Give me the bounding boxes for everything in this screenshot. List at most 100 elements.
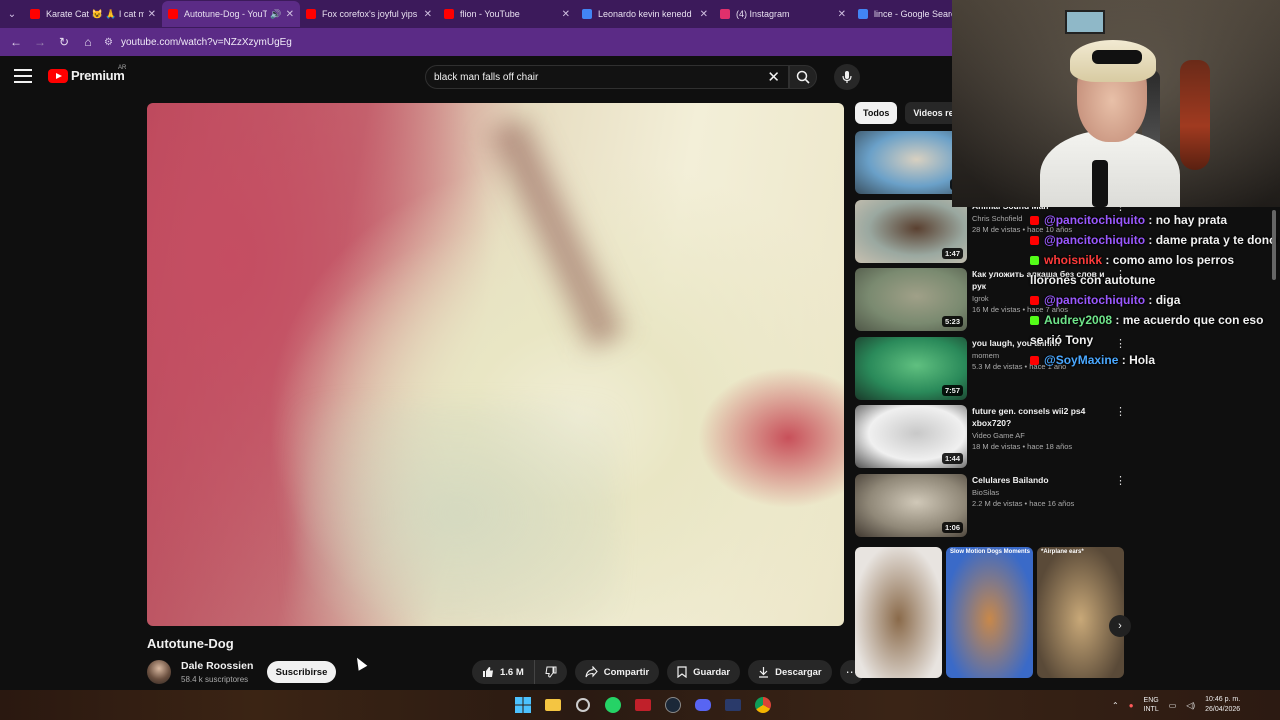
short-video[interactable]: *Airplane ears*: [1037, 547, 1124, 678]
video-thumbnail[interactable]: 5:23: [855, 268, 967, 331]
keyboard-language[interactable]: ENG INTL: [1144, 696, 1159, 714]
bookmark-icon: [677, 666, 687, 678]
youtube-icon: [1030, 296, 1039, 305]
shorts-shelf: Slow Motion Dogs Moments *Airplane ears*: [855, 547, 1124, 678]
browser-tab[interactable]: Leonardo kevin kenedd ✕: [576, 1, 714, 27]
language-code: ENG: [1143, 697, 1159, 704]
short-video[interactable]: [855, 547, 942, 678]
shorts-next-icon[interactable]: ›: [1109, 615, 1131, 637]
tab-audio-icon[interactable]: 🔊: [270, 9, 281, 20]
share-button[interactable]: Compartir: [574, 660, 660, 684]
like-dislike-group: 1.6 M: [472, 660, 567, 684]
chat-text: diga: [1155, 293, 1181, 307]
volume-icon[interactable]: ◁): [1186, 701, 1195, 710]
browser-tab[interactable]: (4) Instagram ✕: [714, 1, 852, 27]
mouse-cursor-icon: [352, 655, 368, 671]
dislike-button[interactable]: [535, 660, 567, 684]
browser-tab[interactable]: Autotune-Dog - YouT 🔊 ✕: [162, 1, 300, 27]
chat-separator: :: [1145, 293, 1156, 307]
download-button[interactable]: Descargar: [748, 660, 832, 684]
address-bar[interactable]: ⚙ youtube.com/watch?v=NZzXzymUgEg: [104, 31, 924, 53]
save-button[interactable]: Guardar: [667, 660, 741, 684]
youtube-logo[interactable]: Premium AR: [48, 65, 126, 83]
video-meta: Celulares Bailando BioSilas 2.2 M de vista…: [972, 474, 1112, 508]
chrome-icon[interactable]: [752, 694, 774, 716]
video-frame-highlight: [297, 403, 617, 623]
channel-name[interactable]: Dale Roossien: [181, 660, 253, 672]
whatsapp-icon[interactable]: [602, 694, 624, 716]
kick-icon: [1030, 256, 1039, 265]
more-options-icon[interactable]: ⋮: [1115, 405, 1126, 418]
menu-icon[interactable]: [14, 69, 32, 83]
video-thumbnail[interactable]: 1:44: [855, 405, 967, 468]
recommended-video[interactable]: 1:44 future gen. consels wii2 ps4 xbox720…: [855, 405, 1126, 469]
video-thumbnail[interactable]: 7:57: [855, 337, 967, 400]
chip-all[interactable]: Todos: [855, 102, 898, 124]
more-options-icon[interactable]: ⋮: [1115, 474, 1126, 487]
mic-tray-icon[interactable]: ●: [1129, 701, 1134, 710]
clock-date: 26/04/2026: [1205, 706, 1241, 713]
back-icon[interactable]: ←: [4, 35, 28, 49]
browser-tab[interactable]: Karate Cat 😺 🙏 I cat me ✕: [24, 1, 162, 27]
video-duration: 1:47: [941, 248, 963, 259]
kick-icon: [1030, 316, 1039, 325]
browser-tab[interactable]: Fox corefox's joyful yips ✕: [300, 1, 438, 27]
webcam-sunglasses: [1092, 50, 1142, 64]
recommended-video[interactable]: 1:06 Celulares Bailando BioSilas 2.2 M de v…: [855, 474, 1126, 538]
tab-title: (4) Instagram: [736, 9, 790, 19]
site-info-icon[interactable]: ⚙: [104, 37, 113, 48]
tab-close-icon[interactable]: ✕: [286, 9, 294, 20]
chat-username: Audrey2008: [1044, 313, 1113, 327]
network-icon[interactable]: ▭: [1169, 701, 1177, 710]
clock[interactable]: 10:46 p. m. 26/04/2026: [1205, 695, 1240, 715]
video-rec-title: future gen. consels wii2 ps4 xbox720?: [972, 406, 1086, 428]
search-button[interactable]: [789, 65, 817, 89]
video-rec-views: 18 M de vistas • hace 18 años: [972, 442, 1073, 451]
search-input[interactable]: black man falls off chair ✕: [425, 65, 789, 89]
tab-close-icon[interactable]: ✕: [838, 9, 846, 20]
video-title: Autotune-Dog: [147, 636, 234, 651]
tab-close-icon[interactable]: ✕: [562, 9, 570, 20]
steam-icon[interactable]: [662, 694, 684, 716]
notification-app-icon[interactable]: [632, 694, 654, 716]
chat-message: Audrey2008 : me acuerdo que con eso se r…: [1030, 310, 1278, 350]
video-player[interactable]: [147, 103, 844, 626]
tray-overflow-icon[interactable]: ⌃: [1112, 701, 1119, 710]
short-video[interactable]: Slow Motion Dogs Moments: [946, 547, 1033, 678]
file-explorer-icon[interactable]: [542, 694, 564, 716]
tab-close-icon[interactable]: ✕: [424, 9, 432, 20]
chat-scrollbar[interactable]: [1272, 210, 1276, 280]
video-rec-channel: BioSilas: [972, 488, 1000, 497]
discord-icon[interactable]: [692, 694, 714, 716]
tab-close-icon[interactable]: ✕: [148, 9, 156, 20]
chat-separator: :: [1145, 213, 1156, 227]
chat-separator: :: [1118, 353, 1130, 367]
clear-search-icon[interactable]: ✕: [767, 68, 780, 86]
like-button[interactable]: 1.6 M: [472, 660, 535, 684]
microphone-icon: [842, 71, 852, 83]
windows-start-icon[interactable]: [512, 694, 534, 716]
browser-tab[interactable]: flion - YouTube ✕: [438, 1, 576, 27]
channel-avatar[interactable]: [147, 660, 171, 684]
chat-message: whoisnikk : como amo los perros llorones…: [1030, 250, 1278, 290]
video-duration: 7:57: [941, 385, 963, 396]
forward-icon[interactable]: →: [28, 35, 52, 49]
subscribe-button[interactable]: Suscribirse: [267, 661, 336, 683]
voice-search-button[interactable]: [834, 64, 860, 90]
video-thumbnail[interactable]: 1:06: [855, 474, 967, 537]
home-icon[interactable]: ⌂: [76, 35, 100, 49]
system-tray: ⌃ ● ENG INTL ▭ ◁) 10:46 p. m. 26/04/2026: [1112, 690, 1240, 720]
save-label: Guardar: [693, 666, 731, 678]
video-thumbnail[interactable]: 1:: [855, 131, 967, 194]
streamer-webcam: [952, 0, 1280, 207]
tab-search-icon[interactable]: ⌄: [0, 0, 24, 28]
video-rec-channel: Video Game AF: [972, 431, 1025, 440]
share-label: Compartir: [603, 666, 650, 678]
video-thumbnail[interactable]: 1:47: [855, 200, 967, 263]
tab-close-icon[interactable]: ✕: [700, 9, 708, 20]
reload-icon[interactable]: ↻: [52, 35, 76, 49]
chat-separator: :: [1112, 313, 1123, 327]
obs-icon[interactable]: [572, 694, 594, 716]
windows-taskbar: ⌃ ● ENG INTL ▭ ◁) 10:46 p. m. 26/04/2026: [0, 690, 1280, 720]
terminal-icon[interactable]: [722, 694, 744, 716]
